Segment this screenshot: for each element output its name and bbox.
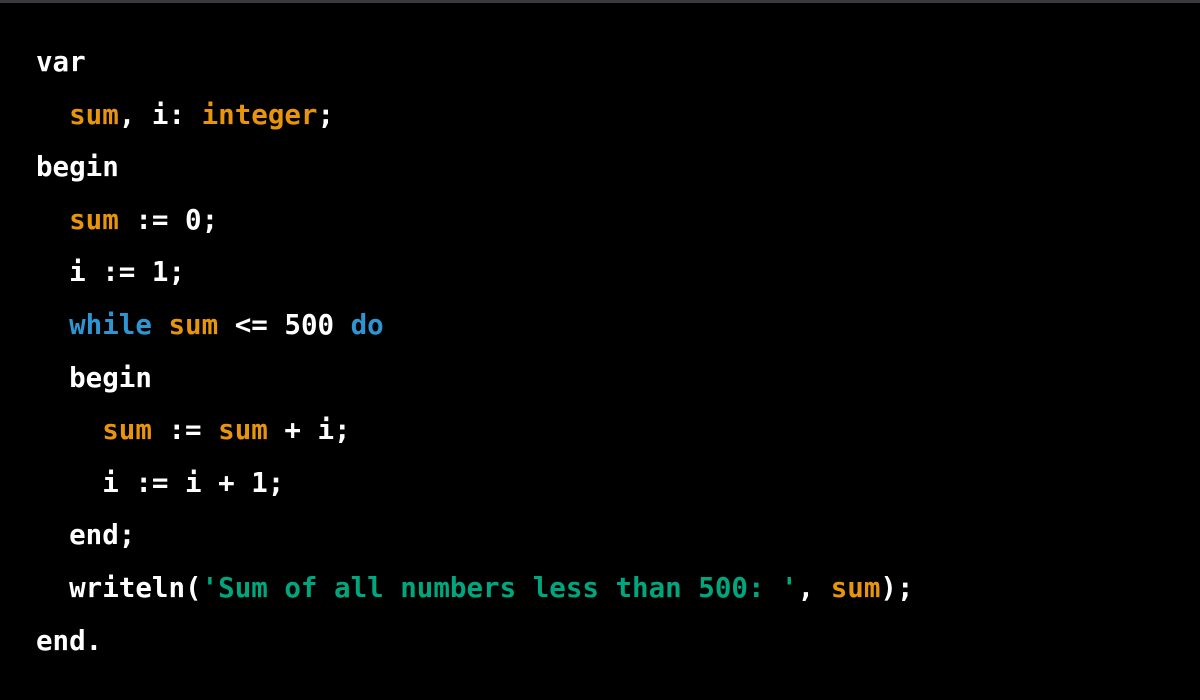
code-token-plain: i := i + 1; — [36, 466, 285, 499]
code-line: begin — [36, 141, 914, 194]
code-line: var — [36, 36, 914, 89]
code-line: i := 1; — [36, 246, 914, 299]
code-token-plain: end; — [36, 519, 136, 552]
code-token-var: sum — [168, 308, 219, 341]
code-token-var: sum — [218, 414, 268, 447]
code-token-plain: , — [797, 571, 831, 604]
code-token-var: integer — [201, 98, 318, 131]
code-token-plain: writeln( — [36, 571, 202, 604]
code-line: begin — [36, 352, 914, 405]
code-block: var sum, i: integer; begin sum := 0; i :=… — [36, 36, 914, 667]
code-token-plain: ; — [317, 98, 335, 131]
code-token-plain: <= 500 — [218, 308, 351, 341]
code-token-var: sum — [102, 414, 152, 447]
code-token-plain: ); — [880, 571, 914, 604]
code-token-kw: end. — [36, 624, 103, 657]
code-line: i := i + 1; — [36, 457, 914, 510]
code-token-var: sum — [830, 571, 881, 604]
code-line: sum := 0; — [36, 194, 914, 247]
code-line: writeln('Sum of all numbers less than 50… — [36, 562, 914, 615]
code-line: while sum <= 500 do — [36, 299, 914, 352]
code-token-plain: := — [151, 414, 219, 447]
code-token-kw: var — [36, 46, 86, 78]
code-token-var: sum — [69, 203, 119, 236]
code-token-kw: begin — [36, 151, 119, 184]
code-line: end; — [36, 509, 914, 562]
code-token-str: 'Sum of all numbers less than 500: ' — [201, 571, 798, 604]
code-line: sum := sum + i; — [36, 404, 914, 457]
code-token-var: sum — [69, 98, 119, 131]
code-token-plain: begin — [36, 361, 152, 394]
code-token-plain: := 0; — [118, 203, 219, 236]
code-line: end. — [36, 615, 914, 668]
code-token-plain: + i; — [267, 414, 351, 447]
window-top-border — [0, 0, 1200, 3]
code-token-plain: i := 1; — [36, 256, 186, 289]
code-token-blue: while — [69, 308, 152, 341]
code-token-plain: , i: — [118, 98, 202, 131]
code-line: sum, i: integer; — [36, 89, 914, 142]
code-token-blue: do — [350, 308, 384, 341]
